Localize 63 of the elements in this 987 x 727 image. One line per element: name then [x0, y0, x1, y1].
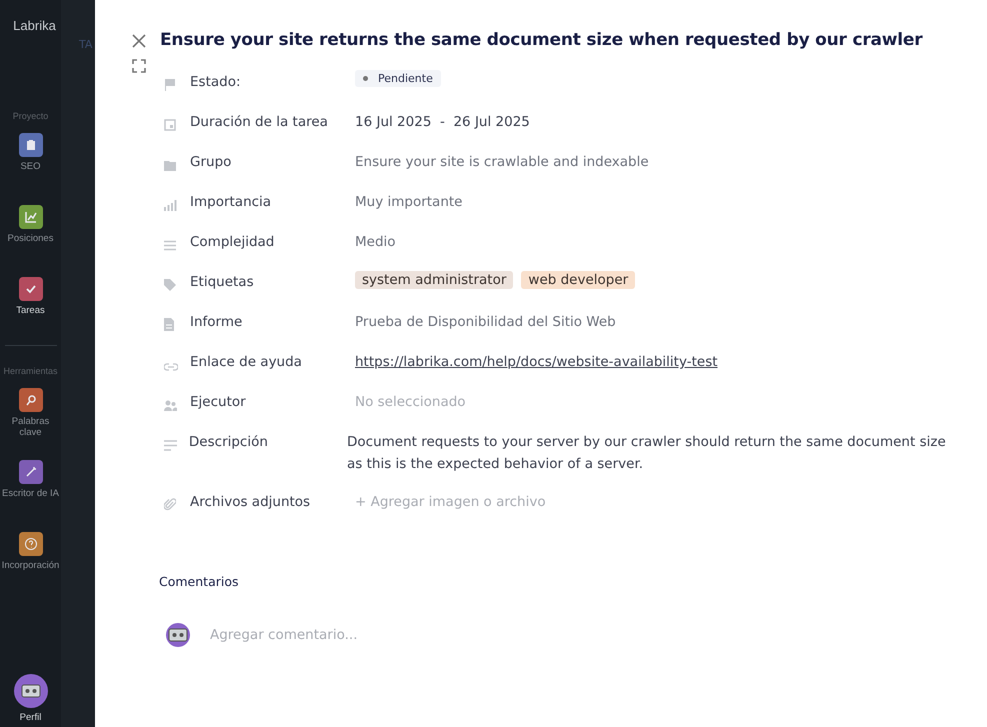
- tag-icon: [164, 279, 176, 291]
- field-value: Medio: [355, 233, 396, 252]
- link-icon: [164, 363, 178, 371]
- nav-icon-tile[interactable]: [18, 133, 42, 157]
- nav-label[interactable]: Escritor de IA: [2, 488, 60, 499]
- field-label: Archivos adjuntos: [190, 494, 312, 510]
- nav-label[interactable]: Palabras clave: [0, 416, 61, 438]
- section-title: Herramientas: [3, 366, 58, 376]
- field-label: Enlace de ayuda: [190, 354, 303, 370]
- paperclip-icon: [164, 498, 176, 511]
- check-icon: [24, 283, 36, 295]
- nav-label[interactable]: Perfil: [20, 712, 42, 723]
- field-label: Informe: [190, 314, 244, 330]
- signal-bars-icon: [164, 200, 177, 211]
- section-title: Proyecto: [12, 111, 48, 121]
- clipboard-icon: [24, 139, 36, 151]
- nav-icon-tile[interactable]: [18, 205, 42, 229]
- users-icon: [164, 400, 177, 411]
- question-icon: [24, 537, 38, 551]
- chart-icon: [24, 211, 36, 223]
- field-label: Descripción: [188, 434, 269, 450]
- field-value: Muy importante: [355, 193, 462, 212]
- tag: web developer: [521, 271, 636, 289]
- cassette-icon: [20, 684, 40, 698]
- field-label: Duración de la tarea: [190, 114, 329, 130]
- field-label: Estado:: [190, 74, 242, 90]
- field-value: Prueba de Disponibilidad del Sitio Web: [355, 313, 616, 332]
- field-label: Complejidad: [190, 234, 276, 250]
- tag: system administrator: [355, 271, 514, 289]
- field-label: Grupo: [190, 154, 232, 170]
- nav-label[interactable]: Posiciones: [8, 233, 54, 244]
- nav-icon-tile[interactable]: [18, 460, 42, 484]
- magnifier-icon: [24, 394, 36, 406]
- close-icon[interactable]: [130, 33, 146, 49]
- nav-label[interactable]: Tareas: [16, 305, 45, 316]
- avatar[interactable]: [14, 674, 48, 708]
- flag-icon: [164, 78, 176, 91]
- field-label: Importancia: [190, 194, 272, 210]
- task-title: Ensure your site returns the same document size when requested by our crawler: [160, 30, 924, 50]
- nav-icon-tile[interactable]: [18, 388, 42, 412]
- fullscreen-icon[interactable]: [132, 59, 146, 73]
- field-value: Ensure your site is crawlable and indexable: [355, 153, 649, 172]
- dot-icon: [363, 76, 368, 81]
- text-lines-icon: [164, 440, 177, 451]
- description-text: Document requests to your server by our crawler should return the same document size as this is the expected behavior of a server.: [347, 433, 947, 474]
- comments-heading: Comentarios: [159, 574, 240, 589]
- field-label: Etiquetas: [190, 274, 255, 290]
- document-icon: [164, 318, 174, 331]
- date-range[interactable]: 16 Jul 2025 - 26 Jul 2025: [355, 111, 530, 133]
- nav-icon-tile[interactable]: [18, 277, 42, 301]
- status-badge[interactable]: Pendiente: [355, 70, 441, 87]
- nav-label[interactable]: Incorporación: [2, 560, 60, 571]
- nav-icon-tile[interactable]: [18, 532, 42, 556]
- calendar-icon: [164, 118, 176, 131]
- cassette-icon: [168, 628, 188, 642]
- wand-icon: [24, 466, 36, 478]
- field-label: Ejecutor: [190, 394, 247, 410]
- lines-icon: [164, 240, 176, 251]
- help-link[interactable]: https://labrika.com/help/docs/website-availability-test: [355, 354, 718, 370]
- folder-icon: [164, 160, 176, 171]
- panel-heading: TA: [78, 38, 94, 51]
- nav-label[interactable]: SEO: [20, 161, 41, 172]
- logo[interactable]: Labrika: [5, 18, 56, 33]
